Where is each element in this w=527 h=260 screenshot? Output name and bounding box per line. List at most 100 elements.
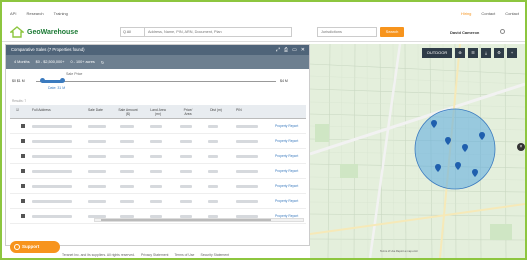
property-report-link[interactable]: Property Report — [275, 154, 298, 158]
map-attribution[interactable]: Terms of Use Report a map error — [380, 250, 418, 253]
layers-icon[interactable]: ☰ — [468, 48, 478, 58]
panel-title: Comparative Sales (7 Properties found) — [11, 47, 85, 52]
row-checkbox[interactable] — [21, 169, 25, 173]
redacted-cell — [208, 125, 218, 128]
col-dist[interactable]: Dist (m) — [208, 108, 224, 112]
property-report-link[interactable]: Property Report — [275, 199, 298, 203]
search-input[interactable] — [144, 27, 292, 37]
col-price-area[interactable]: Price/ Area — [180, 108, 196, 116]
redacted-cell — [32, 200, 72, 203]
search-button[interactable]: Search — [380, 27, 404, 37]
col-address[interactable]: Full Address — [32, 108, 51, 112]
redacted-cell — [120, 155, 134, 158]
col-sale-date[interactable]: Sale Date — [88, 108, 103, 112]
row-checkbox[interactable] — [21, 214, 25, 218]
redacted-cell — [236, 125, 258, 128]
footer-privacy-link[interactable]: Privacy Statement — [141, 253, 169, 259]
expand-icon[interactable]: ⤢ — [276, 47, 280, 53]
nav-link-api[interactable]: API — [10, 11, 16, 16]
scrollbar-thumb[interactable] — [101, 219, 271, 221]
results-count: Results: 7 — [12, 99, 27, 103]
table-row[interactable]: Property Report — [10, 119, 306, 134]
filter-price[interactable]: $0 - $2,500,000+ — [36, 60, 65, 65]
download-icon[interactable]: ⤓ — [481, 48, 491, 58]
redacted-cell — [208, 185, 218, 188]
redacted-cell — [150, 185, 162, 188]
minimize-icon[interactable]: ▭ — [292, 47, 297, 53]
filter-period[interactable]: 4 Months — [14, 60, 30, 65]
table-row[interactable]: Property Report — [10, 149, 306, 164]
row-checkbox[interactable] — [21, 154, 25, 158]
location-input[interactable] — [317, 27, 377, 37]
col-sale-amount[interactable]: Sale Amount ($) — [118, 108, 138, 116]
row-checkbox[interactable] — [21, 184, 25, 188]
nav-link-research[interactable]: Research — [26, 11, 43, 16]
footer-copyright: Teranet Inc. and its suppliers. All righ… — [62, 253, 135, 257]
row-checkbox[interactable] — [21, 199, 25, 203]
nav-link-hiring[interactable]: Hiring — [461, 11, 471, 16]
nav-link-training[interactable]: Training — [54, 11, 68, 16]
account-name[interactable]: David Cameron — [450, 30, 479, 35]
nav-link-contact-2[interactable]: Contact — [505, 11, 519, 16]
col-land-area[interactable]: Land Area (m²) — [148, 108, 168, 116]
logo-text: GeoWarehouse — [27, 28, 79, 36]
top-nav: API Research Training Hiring Contact Con… — [2, 2, 525, 22]
col-pin[interactable]: PIN — [236, 108, 242, 112]
row-checkbox[interactable] — [21, 139, 25, 143]
slider-track[interactable] — [36, 81, 276, 82]
export-icon[interactable]: ⎙ — [284, 47, 288, 53]
redacted-cell — [32, 125, 72, 128]
redacted-cell — [32, 185, 72, 188]
header-bar: GeoWarehouse Q All Search David Cameron — [2, 22, 525, 42]
map-view[interactable] — [310, 44, 525, 258]
panel-header: Comparative Sales (7 Properties found) ⤢… — [6, 45, 309, 55]
footer-security-link[interactable]: Security Statement — [200, 253, 229, 259]
redacted-cell — [88, 155, 106, 158]
locate-icon[interactable]: ⊕ — [455, 48, 465, 58]
nav-link-contact[interactable]: Contact — [481, 11, 495, 16]
property-report-link[interactable]: Property Report — [275, 184, 298, 188]
zoom-in-icon[interactable]: + — [507, 48, 517, 58]
footer: Teranet Inc. and its suppliers. All righ… — [62, 253, 312, 259]
slider-min-label: $0 $1 M — [12, 79, 25, 83]
redacted-cell — [88, 185, 106, 188]
map-close-icon[interactable]: × — [517, 143, 525, 151]
slider-max-label: $4 M — [280, 79, 288, 83]
table-row[interactable]: Property Report — [10, 194, 306, 209]
close-icon[interactable]: ✕ — [301, 47, 305, 53]
redacted-cell — [180, 155, 192, 158]
redacted-cell — [150, 170, 162, 173]
map-settings-icon[interactable]: ⚙ — [494, 48, 504, 58]
redacted-cell — [236, 140, 258, 143]
settings-icon[interactable] — [500, 29, 505, 34]
redacted-cell — [32, 140, 72, 143]
redacted-cell — [120, 140, 134, 143]
table-row[interactable]: Property Report — [10, 179, 306, 194]
horizontal-scrollbar[interactable] — [94, 218, 304, 222]
support-button[interactable]: Support — [10, 241, 60, 253]
filter-area[interactable]: 0 - 100+ acres — [70, 60, 94, 65]
map-style-button[interactable]: OUTDOOR — [422, 48, 452, 58]
redacted-cell — [150, 140, 162, 143]
select-all-checkbox[interactable]: ☑ — [16, 108, 19, 112]
comparative-sales-panel: Comparative Sales (7 Properties found) ⤢… — [5, 44, 310, 246]
search-type-select[interactable]: Q All — [120, 27, 144, 37]
refresh-icon[interactable]: ↻ — [101, 60, 104, 65]
property-report-link[interactable]: Property Report — [275, 124, 298, 128]
redacted-cell — [180, 185, 192, 188]
table-row[interactable]: Property Report — [10, 134, 306, 149]
footer-terms-link[interactable]: Terms of Use — [174, 253, 194, 259]
property-report-link[interactable]: Property Report — [275, 169, 298, 173]
redacted-cell — [236, 185, 258, 188]
redacted-cell — [150, 200, 162, 203]
slider-knob-high[interactable] — [60, 78, 65, 83]
property-report-link[interactable]: Property Report — [275, 139, 298, 143]
redacted-cell — [88, 125, 106, 128]
map-toolbar: OUTDOOR ⊕ ☰ ⤓ ⚙ + — [422, 48, 517, 58]
table-row[interactable]: Property Report — [10, 164, 306, 179]
slider-knob-low[interactable] — [40, 78, 45, 83]
slider-fill — [42, 80, 62, 83]
logo[interactable]: GeoWarehouse — [9, 26, 79, 38]
redacted-cell — [32, 215, 72, 218]
row-checkbox[interactable] — [21, 124, 25, 128]
